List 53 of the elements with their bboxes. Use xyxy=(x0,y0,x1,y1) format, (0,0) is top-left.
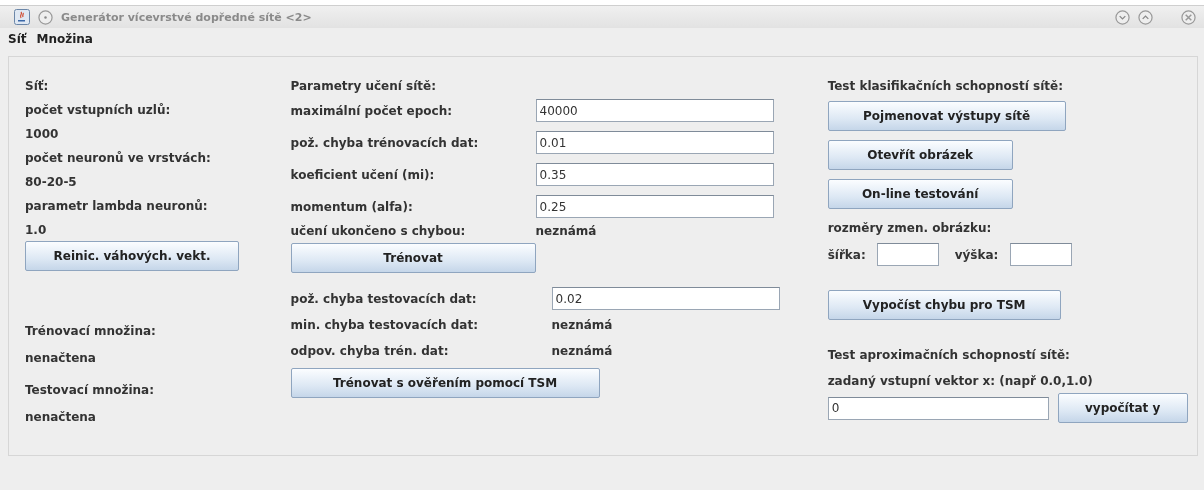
field-value: 1000 xyxy=(25,126,60,143)
field-label: počet neuronů ve vrstvách: xyxy=(25,150,212,167)
window-menu-icon[interactable] xyxy=(38,9,53,25)
height-field[interactable] xyxy=(1010,243,1073,266)
section-heading: Síť: xyxy=(25,78,50,95)
field-value: 1.0 xyxy=(25,222,48,239)
field-label: učení ukončeno s chybou: xyxy=(290,223,467,240)
action-button[interactable]: Pojmenovat výstupy sítě xyxy=(827,101,1066,131)
field-label: pož. chyba trénovacích dat: xyxy=(290,134,480,152)
field-label: odpov. chyba trén. dat: xyxy=(290,343,450,360)
field-value: neznámá xyxy=(551,343,613,360)
field-value: neznámá xyxy=(535,223,597,240)
menu-item[interactable]: Množina xyxy=(36,32,93,46)
field-label: výška: xyxy=(954,246,999,264)
input-field[interactable]: 0.01 xyxy=(535,131,774,154)
section-heading: Parametry učení sítě: xyxy=(290,78,437,95)
field-value: neznámá xyxy=(551,317,613,334)
set-status: nenačtena xyxy=(25,350,97,367)
window-title: Generátor vícevrstvé dopředné sítě <2> xyxy=(61,10,313,24)
menu-item[interactable]: Síť xyxy=(8,32,27,46)
compute-y-button[interactable]: vypočítat y xyxy=(1057,393,1188,423)
width-field[interactable] xyxy=(876,243,939,266)
set-label: Trénovací množina: xyxy=(25,323,157,340)
input-field[interactable]: 0.35 xyxy=(535,163,774,186)
field-label: min. chyba testovacích dat: xyxy=(290,317,479,334)
maximize-icon[interactable] xyxy=(1138,9,1153,25)
input-field[interactable]: 40000 xyxy=(535,99,774,122)
field-value: 80-20-5 xyxy=(25,174,78,191)
input-field[interactable]: 0.02 xyxy=(551,287,780,310)
set-label: Testovací množina: xyxy=(25,382,155,399)
compute-error-button[interactable]: Vypočíst chybu pro TSM xyxy=(827,290,1061,320)
field-label: momentum (alfa): xyxy=(290,198,414,216)
section-heading: Test aproximačních schopností sítě: xyxy=(827,347,1071,364)
field-label: maximální počet epoch: xyxy=(290,102,453,120)
field-label: počet vstupních uzlů: xyxy=(25,102,172,119)
section-heading: Test klasifikačních schopností sítě: xyxy=(827,78,1064,95)
reinit-button[interactable]: Reinic. váhových. vekt. xyxy=(25,241,239,271)
field-label: parametr lambda neuronů: xyxy=(25,198,209,215)
input-field[interactable]: 0.25 xyxy=(535,195,774,218)
action-button[interactable]: Otevřít obrázek xyxy=(827,140,1013,170)
train-button[interactable]: Trénovat xyxy=(290,243,536,273)
field-label: rozměry zmen. obrázku: xyxy=(827,220,993,237)
vector-input-field[interactable]: 0 xyxy=(827,396,1049,420)
action-button[interactable]: On-line testování xyxy=(827,179,1013,209)
field-label: pož. chyba testovacích dat: xyxy=(290,290,478,308)
field-label: zadaný vstupní vektor x: (např 0.0,1.0) xyxy=(827,373,1094,390)
set-status: nenačtena xyxy=(25,409,97,426)
field-label: koeficient učení (mi): xyxy=(290,166,436,184)
app-icon xyxy=(14,9,30,25)
validate-train-button[interactable]: Trénovat s ověřením pomocí TSM xyxy=(290,368,600,398)
field-label: šířka: xyxy=(827,246,867,264)
minimize-icon[interactable] xyxy=(1115,9,1130,25)
close-icon[interactable] xyxy=(1181,9,1196,25)
